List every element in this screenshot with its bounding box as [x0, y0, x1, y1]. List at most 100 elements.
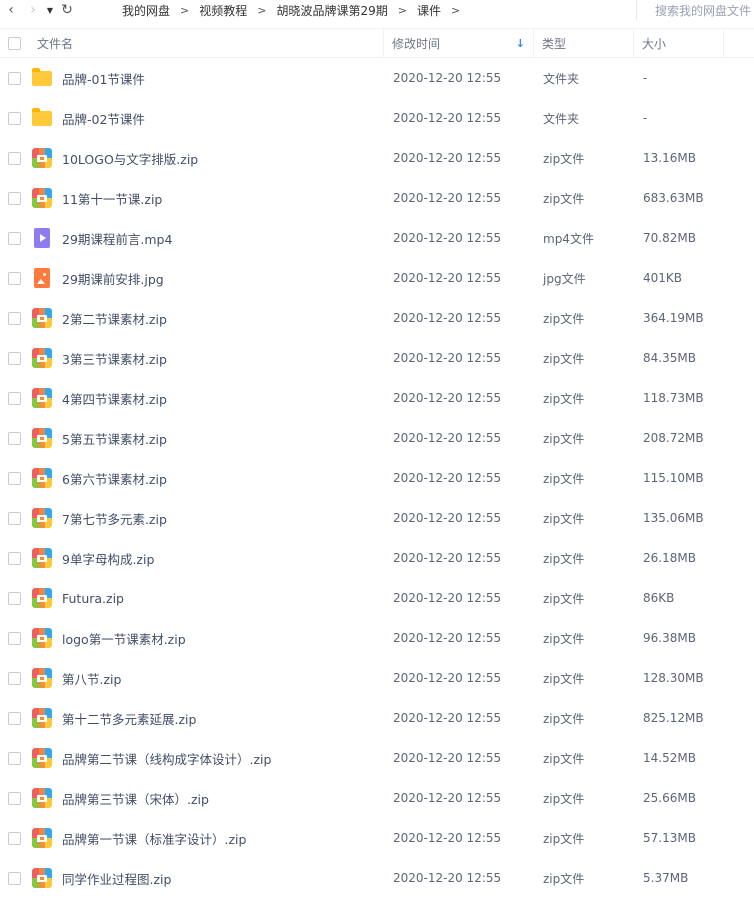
file-row[interactable]: 3第三节课素材.zip 2020-12-20 12:55 zip文件 84.35MB [0, 338, 754, 378]
file-mtime: 2020-12-20 12:55 [393, 711, 502, 725]
file-row[interactable]: 2第二节课素材.zip 2020-12-20 12:55 zip文件 364.19MB [0, 298, 754, 338]
file-name-link[interactable]: 3第三节课素材.zip [62, 349, 167, 368]
file-name-link[interactable]: 第十二节多元素延展.zip [62, 709, 196, 728]
file-row[interactable]: 29期课程前言.mp4 2020-12-20 12:55 mp4文件 70.82MB [0, 218, 754, 258]
file-name-link[interactable]: 2第二节课素材.zip [62, 309, 167, 328]
row-checkbox[interactable] [7, 391, 21, 405]
file-row[interactable]: 品牌-01节课件 2020-12-20 12:55 文件夹 - [0, 58, 754, 98]
back-icon[interactable]: ‹ [0, 0, 22, 20]
row-select-cell [0, 751, 28, 765]
breadcrumb-item[interactable]: 我的网盘 [112, 2, 180, 19]
file-name-link[interactable]: 9单字母构成.zip [62, 549, 154, 568]
file-name-link[interactable]: 6第六节课素材.zip [62, 469, 167, 488]
row-checkbox[interactable] [7, 351, 21, 365]
file-name-link[interactable]: 品牌第一节课（标准字设计）.zip [62, 829, 246, 848]
row-checkbox[interactable] [7, 591, 21, 605]
column-header-type[interactable]: 类型 [534, 28, 634, 58]
refresh-icon[interactable]: ↻ [56, 0, 78, 20]
file-name-link[interactable]: 4第四节课素材.zip [62, 389, 167, 408]
file-row[interactable]: 第十二节多元素延展.zip 2020-12-20 12:55 zip文件 825.12… [0, 698, 754, 738]
file-name-link[interactable]: logo第一节课素材.zip [62, 629, 186, 648]
file-name-link[interactable]: 品牌第三节课（宋体）.zip [62, 789, 209, 808]
file-name-link[interactable]: 5第五节课素材.zip [62, 429, 167, 448]
column-header-size[interactable]: 大小 [634, 28, 724, 58]
zip-archive-icon [32, 708, 52, 728]
file-name-link[interactable]: 11第十一节课.zip [62, 189, 162, 208]
row-checkbox[interactable] [7, 631, 21, 645]
row-checkbox[interactable] [7, 271, 21, 285]
file-size: 115.10MB [643, 471, 704, 485]
file-type: zip文件 [543, 551, 585, 566]
file-row[interactable]: logo第一节课素材.zip 2020-12-20 12:55 zip文件 96.38… [0, 618, 754, 658]
row-checkbox[interactable] [7, 711, 21, 725]
file-name-link[interactable]: 品牌第二节课（线构成字体设计）.zip [62, 749, 271, 768]
file-row[interactable]: 7第七节多元素.zip 2020-12-20 12:55 zip文件 135.06MB [0, 498, 754, 538]
file-name-link[interactable]: 品牌-02节课件 [62, 109, 145, 128]
file-name-link[interactable]: 29期课程前言.mp4 [62, 229, 172, 248]
row-checkbox[interactable] [7, 551, 21, 565]
file-size: 70.82MB [643, 231, 696, 245]
row-select-cell [0, 471, 28, 485]
file-row[interactable]: 29期课前安排.jpg 2020-12-20 12:55 jpg文件 401KB [0, 258, 754, 298]
row-checkbox[interactable] [7, 871, 21, 885]
file-row[interactable]: 5第五节课素材.zip 2020-12-20 12:55 zip文件 208.72MB [0, 418, 754, 458]
row-checkbox[interactable] [7, 471, 21, 485]
row-checkbox[interactable] [7, 191, 21, 205]
file-name-link[interactable]: 同学作业过程图.zip [62, 869, 171, 888]
file-size: 25.66MB [643, 791, 696, 805]
row-checkbox[interactable] [7, 791, 21, 805]
breadcrumb-item[interactable]: 课件 [407, 2, 451, 19]
select-all-checkbox[interactable] [7, 36, 21, 50]
file-row[interactable]: Futura.zip 2020-12-20 12:55 zip文件 86KB [0, 578, 754, 618]
file-name-link[interactable]: 第八节.zip [62, 669, 121, 688]
file-name-cell: 7第七节多元素.zip [28, 508, 384, 528]
column-header-mtime[interactable]: 修改时间 ↓ [384, 28, 534, 58]
file-name-link[interactable]: 7第七节多元素.zip [62, 509, 167, 528]
row-select-cell [0, 631, 28, 645]
breadcrumb-item[interactable]: 胡晓波品牌课第29期 [266, 2, 397, 19]
sort-desc-icon: ↓ [515, 36, 525, 50]
file-row[interactable]: 品牌第二节课（线构成字体设计）.zip 2020-12-20 12:55 zip文件… [0, 738, 754, 778]
row-checkbox[interactable] [7, 431, 21, 445]
file-row[interactable]: 10LOGO与文字排版.zip 2020-12-20 12:55 zip文件 13.1… [0, 138, 754, 178]
file-row[interactable]: 品牌-02节课件 2020-12-20 12:55 文件夹 - [0, 98, 754, 138]
file-type: zip文件 [543, 591, 585, 606]
file-name-link[interactable]: 品牌-01节课件 [62, 69, 145, 88]
file-size: 825.12MB [643, 711, 704, 725]
file-row[interactable]: 6第六节课素材.zip 2020-12-20 12:55 zip文件 115.10MB [0, 458, 754, 498]
file-row[interactable]: 品牌第三节课（宋体）.zip 2020-12-20 12:55 zip文件 25.66… [0, 778, 754, 818]
file-name-link[interactable]: Futura.zip [62, 591, 124, 606]
row-checkbox[interactable] [7, 71, 21, 85]
file-mtime: 2020-12-20 12:55 [393, 231, 502, 245]
row-checkbox[interactable] [7, 311, 21, 325]
file-row[interactable]: 第八节.zip 2020-12-20 12:55 zip文件 128.30MB [0, 658, 754, 698]
row-select-cell [0, 591, 28, 605]
zip-archive-icon [32, 748, 52, 768]
row-checkbox[interactable] [7, 511, 21, 525]
row-select-cell [0, 311, 28, 325]
folder-icon [32, 108, 52, 128]
file-name-link[interactable]: 29期课前安排.jpg [62, 269, 164, 288]
breadcrumb-item[interactable]: 视频教程 [189, 2, 257, 19]
row-select-cell [0, 391, 28, 405]
file-row[interactable]: 同学作业过程图.zip 2020-12-20 12:55 zip文件 5.37MB [0, 858, 754, 898]
file-row[interactable]: 11第十一节课.zip 2020-12-20 12:55 zip文件 683.63MB [0, 178, 754, 218]
row-checkbox[interactable] [7, 231, 21, 245]
row-checkbox[interactable] [7, 111, 21, 125]
forward-icon[interactable]: › [22, 0, 44, 20]
row-checkbox[interactable] [7, 151, 21, 165]
row-checkbox[interactable] [7, 831, 21, 845]
row-checkbox[interactable] [7, 751, 21, 765]
file-mtime: 2020-12-20 12:55 [393, 631, 502, 645]
file-row[interactable]: 品牌第一节课（标准字设计）.zip 2020-12-20 12:55 zip文件 57… [0, 818, 754, 858]
file-name-cell: 10LOGO与文字排版.zip [28, 148, 384, 168]
image-file-icon [32, 268, 52, 288]
file-row[interactable]: 4第四节课素材.zip 2020-12-20 12:55 zip文件 118.73MB [0, 378, 754, 418]
search-input[interactable]: 搜索我的网盘文件 [636, 0, 754, 20]
history-dropdown-icon[interactable]: ▼ [44, 0, 56, 20]
column-header-name[interactable]: 文件名 [28, 28, 384, 58]
breadcrumb-separator: > [257, 3, 267, 17]
file-row[interactable]: 9单字母构成.zip 2020-12-20 12:55 zip文件 26.18MB [0, 538, 754, 578]
file-name-link[interactable]: 10LOGO与文字排版.zip [62, 149, 198, 168]
row-checkbox[interactable] [7, 671, 21, 685]
